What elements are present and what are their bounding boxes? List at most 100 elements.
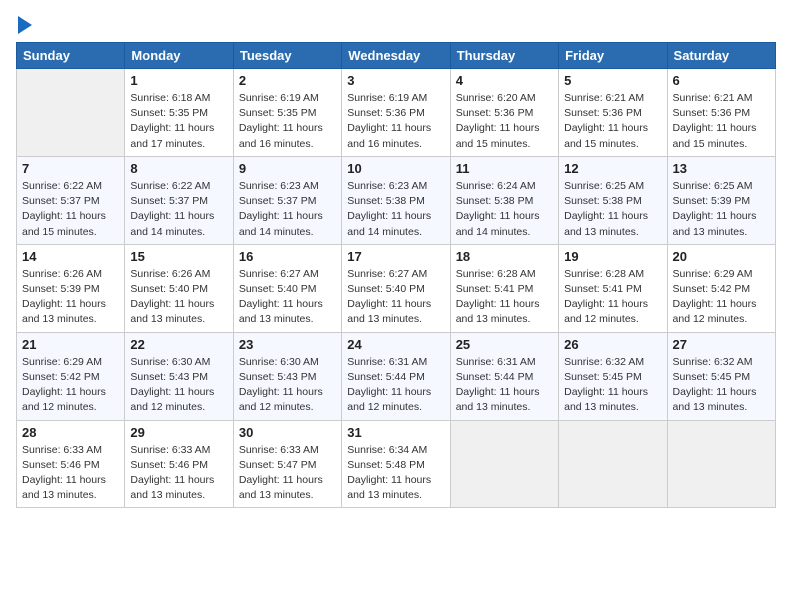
day-info: Sunrise: 6:18 AMSunset: 5:35 PMDaylight:… xyxy=(130,91,227,152)
day-number: 23 xyxy=(239,337,336,352)
day-number: 22 xyxy=(130,337,227,352)
calendar-cell: 14 Sunrise: 6:26 AMSunset: 5:39 PMDayligh… xyxy=(17,244,125,332)
day-number: 11 xyxy=(456,161,553,176)
day-number: 7 xyxy=(22,161,119,176)
calendar-cell: 28 Sunrise: 6:33 AMSunset: 5:46 PMDayligh… xyxy=(17,420,125,508)
day-info: Sunrise: 6:21 AMSunset: 5:36 PMDaylight:… xyxy=(673,91,770,152)
calendar-cell: 17 Sunrise: 6:27 AMSunset: 5:40 PMDayligh… xyxy=(342,244,450,332)
calendar-cell: 27 Sunrise: 6:32 AMSunset: 5:45 PMDayligh… xyxy=(667,332,775,420)
header-saturday: Saturday xyxy=(667,43,775,69)
calendar-cell: 16 Sunrise: 6:27 AMSunset: 5:40 PMDayligh… xyxy=(233,244,341,332)
day-info: Sunrise: 6:19 AMSunset: 5:36 PMDaylight:… xyxy=(347,91,444,152)
day-number: 31 xyxy=(347,425,444,440)
logo xyxy=(16,16,32,34)
day-info: Sunrise: 6:27 AMSunset: 5:40 PMDaylight:… xyxy=(347,267,444,328)
day-number: 1 xyxy=(130,73,227,88)
day-number: 2 xyxy=(239,73,336,88)
day-info: Sunrise: 6:33 AMSunset: 5:46 PMDaylight:… xyxy=(130,443,227,504)
calendar-cell: 2 Sunrise: 6:19 AMSunset: 5:35 PMDaylight… xyxy=(233,69,341,157)
week-row-4: 21 Sunrise: 6:29 AMSunset: 5:42 PMDayligh… xyxy=(17,332,776,420)
day-info: Sunrise: 6:21 AMSunset: 5:36 PMDaylight:… xyxy=(564,91,661,152)
calendar-header: SundayMondayTuesdayWednesdayThursdayFrid… xyxy=(17,43,776,69)
day-info: Sunrise: 6:25 AMSunset: 5:38 PMDaylight:… xyxy=(564,179,661,240)
day-info: Sunrise: 6:22 AMSunset: 5:37 PMDaylight:… xyxy=(130,179,227,240)
page-header xyxy=(16,16,776,34)
day-info: Sunrise: 6:20 AMSunset: 5:36 PMDaylight:… xyxy=(456,91,553,152)
calendar-cell: 6 Sunrise: 6:21 AMSunset: 5:36 PMDaylight… xyxy=(667,69,775,157)
header-tuesday: Tuesday xyxy=(233,43,341,69)
calendar-cell: 7 Sunrise: 6:22 AMSunset: 5:37 PMDaylight… xyxy=(17,156,125,244)
day-number: 27 xyxy=(673,337,770,352)
week-row-2: 7 Sunrise: 6:22 AMSunset: 5:37 PMDaylight… xyxy=(17,156,776,244)
day-info: Sunrise: 6:33 AMSunset: 5:46 PMDaylight:… xyxy=(22,443,119,504)
week-row-1: 1 Sunrise: 6:18 AMSunset: 5:35 PMDaylight… xyxy=(17,69,776,157)
day-number: 20 xyxy=(673,249,770,264)
header-thursday: Thursday xyxy=(450,43,558,69)
day-number: 18 xyxy=(456,249,553,264)
calendar-cell: 21 Sunrise: 6:29 AMSunset: 5:42 PMDayligh… xyxy=(17,332,125,420)
calendar-cell: 12Sunrise: 6:25 AMSunset: 5:38 PMDayligh… xyxy=(559,156,667,244)
calendar-cell xyxy=(559,420,667,508)
calendar-cell: 23 Sunrise: 6:30 AMSunset: 5:43 PMDayligh… xyxy=(233,332,341,420)
calendar-cell xyxy=(17,69,125,157)
calendar-cell: 30Sunrise: 6:33 AMSunset: 5:47 PMDayligh… xyxy=(233,420,341,508)
calendar-cell: 10 Sunrise: 6:23 AMSunset: 5:38 PMDayligh… xyxy=(342,156,450,244)
day-info: Sunrise: 6:28 AMSunset: 5:41 PMDaylight:… xyxy=(456,267,553,328)
day-number: 13 xyxy=(673,161,770,176)
day-info: Sunrise: 6:30 AMSunset: 5:43 PMDaylight:… xyxy=(130,355,227,416)
day-info: Sunrise: 6:24 AMSunset: 5:38 PMDaylight:… xyxy=(456,179,553,240)
day-number: 21 xyxy=(22,337,119,352)
day-info: Sunrise: 6:27 AMSunset: 5:40 PMDaylight:… xyxy=(239,267,336,328)
day-number: 5 xyxy=(564,73,661,88)
day-info: Sunrise: 6:29 AMSunset: 5:42 PMDaylight:… xyxy=(22,355,119,416)
calendar-cell: 11 Sunrise: 6:24 AMSunset: 5:38 PMDayligh… xyxy=(450,156,558,244)
day-number: 15 xyxy=(130,249,227,264)
day-info: Sunrise: 6:25 AMSunset: 5:39 PMDaylight:… xyxy=(673,179,770,240)
day-number: 19 xyxy=(564,249,661,264)
calendar-body: 1 Sunrise: 6:18 AMSunset: 5:35 PMDaylight… xyxy=(17,69,776,508)
day-number: 30 xyxy=(239,425,336,440)
day-number: 28 xyxy=(22,425,119,440)
calendar-cell: 29 Sunrise: 6:33 AMSunset: 5:46 PMDayligh… xyxy=(125,420,233,508)
calendar-cell: 20 Sunrise: 6:29 AMSunset: 5:42 PMDayligh… xyxy=(667,244,775,332)
day-number: 24 xyxy=(347,337,444,352)
day-number: 9 xyxy=(239,161,336,176)
day-info: Sunrise: 6:31 AMSunset: 5:44 PMDaylight:… xyxy=(347,355,444,416)
day-number: 14 xyxy=(22,249,119,264)
day-number: 8 xyxy=(130,161,227,176)
week-row-3: 14 Sunrise: 6:26 AMSunset: 5:39 PMDayligh… xyxy=(17,244,776,332)
day-info: Sunrise: 6:30 AMSunset: 5:43 PMDaylight:… xyxy=(239,355,336,416)
header-sunday: Sunday xyxy=(17,43,125,69)
day-info: Sunrise: 6:29 AMSunset: 5:42 PMDaylight:… xyxy=(673,267,770,328)
calendar-cell: 19 Sunrise: 6:28 AMSunset: 5:41 PMDayligh… xyxy=(559,244,667,332)
day-info: Sunrise: 6:22 AMSunset: 5:37 PMDaylight:… xyxy=(22,179,119,240)
calendar-cell: 26 Sunrise: 6:32 AMSunset: 5:45 PMDayligh… xyxy=(559,332,667,420)
day-number: 29 xyxy=(130,425,227,440)
calendar-cell: 8 Sunrise: 6:22 AMSunset: 5:37 PMDaylight… xyxy=(125,156,233,244)
day-number: 3 xyxy=(347,73,444,88)
week-row-5: 28 Sunrise: 6:33 AMSunset: 5:46 PMDayligh… xyxy=(17,420,776,508)
calendar-cell: 4 Sunrise: 6:20 AMSunset: 5:36 PMDaylight… xyxy=(450,69,558,157)
day-info: Sunrise: 6:26 AMSunset: 5:40 PMDaylight:… xyxy=(130,267,227,328)
calendar-cell: 13 Sunrise: 6:25 AMSunset: 5:39 PMDayligh… xyxy=(667,156,775,244)
day-number: 25 xyxy=(456,337,553,352)
day-info: Sunrise: 6:19 AMSunset: 5:35 PMDaylight:… xyxy=(239,91,336,152)
day-info: Sunrise: 6:26 AMSunset: 5:39 PMDaylight:… xyxy=(22,267,119,328)
day-info: Sunrise: 6:34 AMSunset: 5:48 PMDaylight:… xyxy=(347,443,444,504)
calendar-cell: 22 Sunrise: 6:30 AMSunset: 5:43 PMDayligh… xyxy=(125,332,233,420)
day-info: Sunrise: 6:31 AMSunset: 5:44 PMDaylight:… xyxy=(456,355,553,416)
header-monday: Monday xyxy=(125,43,233,69)
day-number: 6 xyxy=(673,73,770,88)
calendar-cell: 5 Sunrise: 6:21 AMSunset: 5:36 PMDaylight… xyxy=(559,69,667,157)
day-info: Sunrise: 6:23 AMSunset: 5:37 PMDaylight:… xyxy=(239,179,336,240)
day-number: 4 xyxy=(456,73,553,88)
day-number: 17 xyxy=(347,249,444,264)
day-info: Sunrise: 6:32 AMSunset: 5:45 PMDaylight:… xyxy=(564,355,661,416)
day-number: 26 xyxy=(564,337,661,352)
calendar-cell: 15 Sunrise: 6:26 AMSunset: 5:40 PMDayligh… xyxy=(125,244,233,332)
day-info: Sunrise: 6:28 AMSunset: 5:41 PMDaylight:… xyxy=(564,267,661,328)
day-number: 16 xyxy=(239,249,336,264)
day-number: 10 xyxy=(347,161,444,176)
day-info: Sunrise: 6:32 AMSunset: 5:45 PMDaylight:… xyxy=(673,355,770,416)
day-info: Sunrise: 6:23 AMSunset: 5:38 PMDaylight:… xyxy=(347,179,444,240)
